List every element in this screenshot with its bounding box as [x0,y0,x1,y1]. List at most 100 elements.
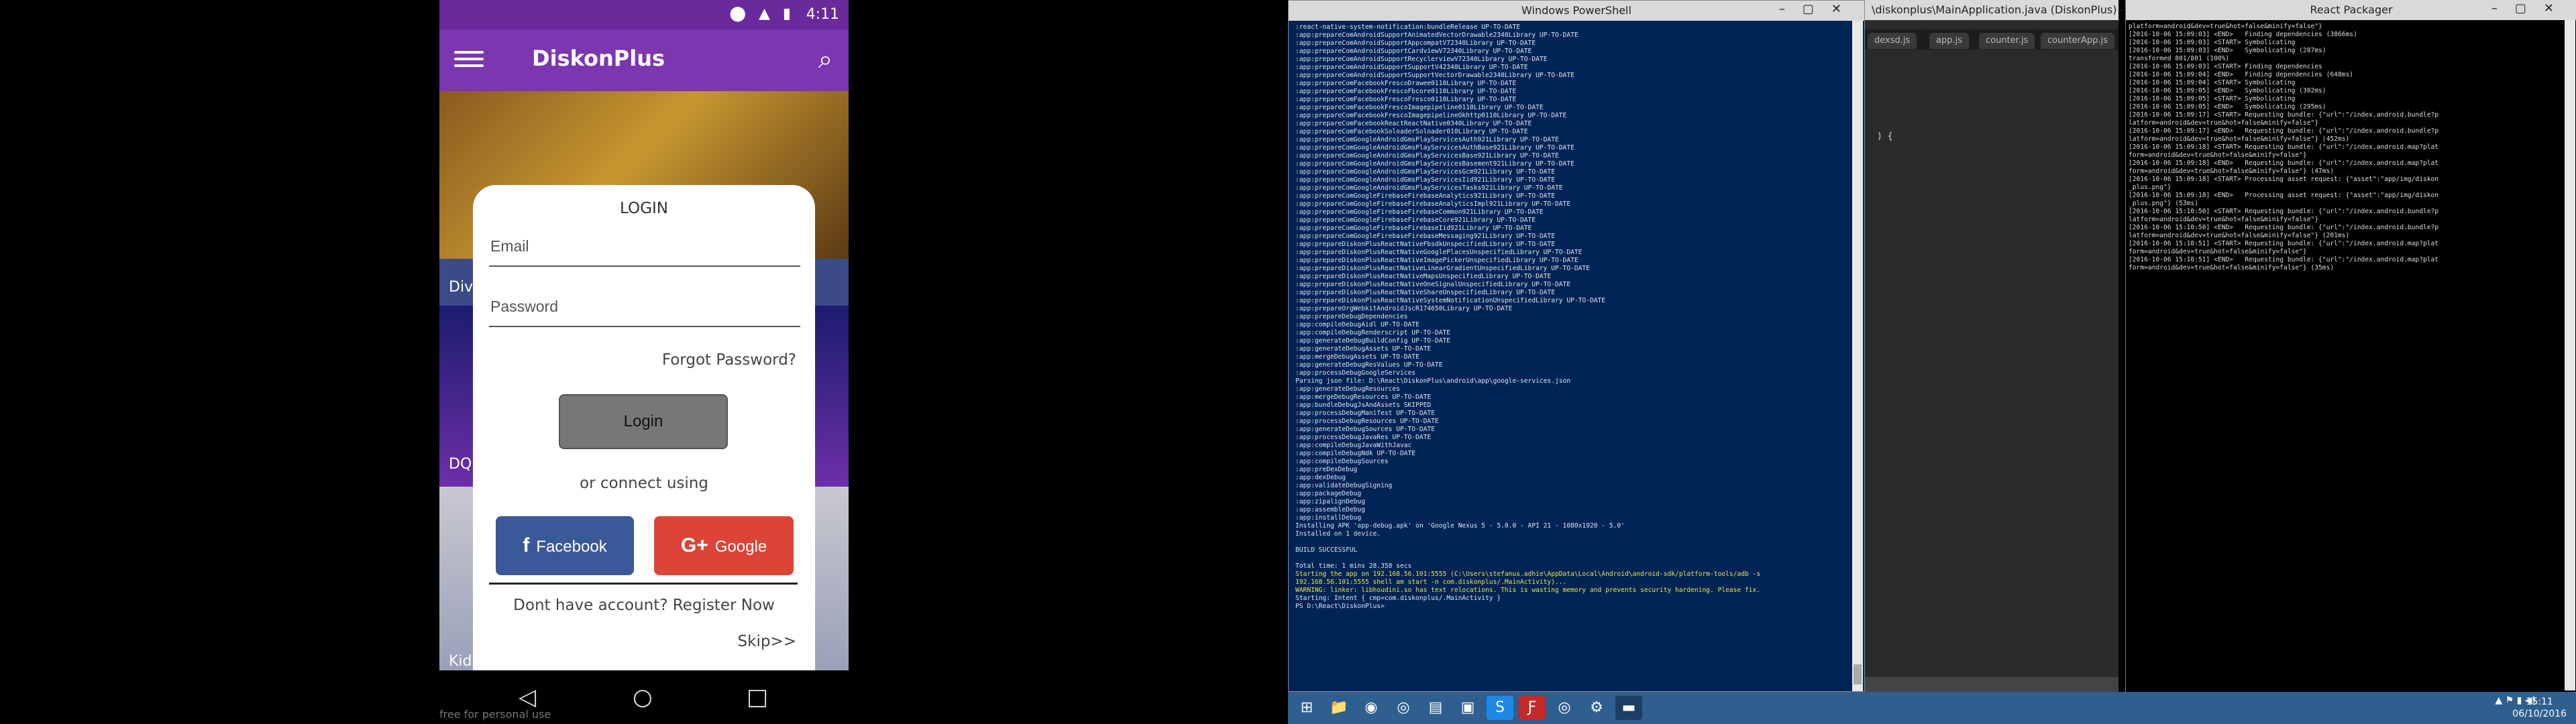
console-line: :app:prepareDiskonPlusReactNativeMapsUns… [1295,273,1552,280]
window-controls[interactable]: –▢✕ [1779,2,1859,16]
console-line: :app:prepareDiskonPlusReactNativeOneSign… [1295,281,1571,288]
app-title: DiskonPlus [532,46,665,71]
console-line: :app:prepareComGoogleFirebaseFirebaseAna… [1295,200,1571,208]
console-line: :app:generateDebugResources [1295,385,1400,393]
console-line: PS D:\React\DiskonPlus> [1295,603,1385,610]
file-explorer-icon[interactable]: 📁 [1326,696,1352,720]
sublime-window[interactable]: \diskonplus\MainApplication.java (Diskon… [1865,0,2171,692]
hamburger-menu-icon[interactable] [454,47,484,74]
console-line: [2016-10-06 15:09:03] <END> Symbolicatin… [2129,47,2326,54]
console-line: [2016-10-06 15:09:03] <START> Symbolicat… [2129,39,2296,46]
console-line: :app:prepareComGoogleFirebaseFirebaseCom… [1295,208,1544,216]
console-line: :app:bundleDebugJsAndAssets SKIPPED [1295,402,1432,409]
forgot-password-link[interactable]: Forgot Password? [662,351,796,369]
editor-tab[interactable]: app.js [1929,33,1969,49]
console-line: :app:prepareComAndroidSupportSupportV423… [1295,64,1528,71]
console-line: latform=android&dev=true&hot=false&minif… [2129,216,2319,223]
password-field[interactable] [489,287,800,327]
console-line: :app:mergeDebugResources UP-TO-DATE [1295,394,1432,401]
console-line: :app:packageDebug [1295,490,1362,497]
filezilla-icon[interactable]: Ƒ [1519,696,1546,720]
powershell-window[interactable]: Windows PowerShell –▢✕ :react-native-sys… [1288,0,1865,692]
console-line: :app:processDebugJavaRes UP-TO-DATE [1295,434,1432,441]
console-line: Installing APK 'app-debug.apk' on 'Googl… [1295,522,1625,530]
settings-icon[interactable]: ⚙ [1583,696,1610,720]
console-line: [2016-10-06 15:09:17] <START> Requesting… [2129,111,2439,119]
editor-tabs: dexsd.js app.js counter.js counterApp.js [1865,29,2118,50]
console-line: [2016-10-06 15:09:03] <START> Finding de… [2129,63,2322,70]
search-icon[interactable]: ⌕ [818,44,833,74]
console-line: :app:dexDebug [1295,474,1346,481]
window-titlebar[interactable]: React Packager –▢✕ [2126,0,2576,20]
console-line: :app:zipalignDebug [1295,498,1365,505]
console-line: :app:compileDebugSources [1295,458,1389,465]
window-titlebar[interactable]: Windows PowerShell –▢✕ [1289,1,1864,21]
console-line: :app:prepareComGoogleFirebaseFirebaseCor… [1295,217,1536,224]
app-icon[interactable]: ▣ [1454,696,1481,720]
window-controls[interactable]: –▢✕ [2491,1,2571,15]
editor-tab[interactable]: counterApp.js [2041,33,2114,49]
console-line: Parsing json file: D:\React\DiskonPlus\a… [1295,377,1571,385]
start-button-icon[interactable]: ⊞ [1293,696,1320,720]
console-line: :app:prepareDiskonPlusReactNativeImagePi… [1295,257,1578,264]
scrollbar[interactable] [2565,20,2575,690]
email-field[interactable] [489,227,800,267]
console-line: :app:assembleDebug [1295,506,1365,514]
console-line: latform=android&dev=true&hot=false&minif… [2129,232,2350,239]
home-icon[interactable]: ○ [633,684,653,711]
console-line: latform=android&dev=true&hot=false&minif… [2129,135,2350,143]
console-line: :app:compileDebugRenderscript UP-TO-DATE [1295,329,1451,337]
console-line: _plus.png"} [2129,184,2171,191]
editor-tab[interactable]: counter.js [1979,33,2035,49]
window-titlebar[interactable]: \diskonplus\MainApplication.java (Diskon… [1865,0,2171,20]
console-line: [2016-10-06 15:09:03] <END> Finding depe… [2129,31,2357,38]
skip-link[interactable]: Skip>> [738,633,796,650]
status-bar: ⬤ ▲ ▮ 4:11 [439,0,849,29]
console-line: :react-native-system-notification:bundle… [1295,23,1521,31]
console-line: :app:validateDebugSigning [1295,482,1393,489]
skype-icon[interactable]: S [1487,696,1513,720]
taskbar-clock[interactable]: 15:11 06/10/2016 [2512,696,2567,720]
console-line: :app:prepareComGoogleAndroidGmsPlayServi… [1295,168,1555,176]
console-line: BUILD SUCCESSFUL [1295,546,1358,554]
editor-tab[interactable]: dexsd.js [1868,33,1917,49]
console-line: _plus.png"} (53ms) [2129,200,2198,207]
console-line: :app:prepareComFacebookSoloaderSoloader0… [1295,128,1528,135]
console-line: :app:processDebugResources UP-TO-DATE [1295,418,1439,425]
console-line: :app:generateDebugBuildConfig UP-TO-DATE [1295,337,1451,345]
back-icon[interactable]: ◁ [519,684,536,711]
app-icon[interactable]: ▤ [1422,696,1449,720]
android-emulator: ⬤ ▲ ▮ 4:11 DiskonPlus ⌕ Div DQ Kid LOGIN… [439,0,849,724]
react-packager-window[interactable]: React Packager –▢✕ platform=android&dev=… [2125,0,2576,692]
register-link[interactable]: Dont have account? Register Now [473,597,815,614]
console-line: :app:compileDebugJavaWithJavac [1295,442,1412,449]
genymotion-icon[interactable]: ◎ [1551,696,1578,720]
console-line: :app:compileDebugAidl UP-TO-DATE [1295,321,1419,328]
genymotion-icon[interactable]: ◎ [1390,696,1417,720]
scrollbar[interactable] [1852,21,1863,691]
recents-icon[interactable]: □ [747,684,768,711]
scrollbar-thumb[interactable] [1854,664,1862,684]
console-line: :app:prepareDiskonPlusReactNativeShareUn… [1295,289,1555,296]
deal-list-background: Div DQ Kid LOGIN Forgot Password? Login … [439,91,849,695]
console-line: [2016-10-06 15:09:17] <END> Requesting b… [2129,127,2439,135]
tile-label: Div [449,279,474,296]
chrome-icon[interactable]: ◉ [1358,696,1385,720]
status-clock: 4:11 [806,6,839,23]
login-heading: LOGIN [620,200,668,217]
google-login-button[interactable]: G+ Google [654,516,794,575]
divider [489,583,798,585]
console-output: platform=android&dev=true&hot=false&mini… [2129,23,2561,686]
console-line: [2016-10-06 15:10:50] <END> Requesting b… [2129,224,2439,231]
facebook-login-button[interactable]: f Facebook [496,516,634,575]
console-line: [2016-10-06 15:09:18] <START> Requesting… [2129,143,2439,151]
console-line: [2016-10-06 15:09:05] <END> Symbolicatin… [2129,103,2326,111]
console-line: form=android&dev=true&hot=false&minify=f… [2129,264,2334,272]
console-line: :app:prepareComAndroidSupportRecyclervie… [1295,56,1548,63]
powershell-icon[interactable]: ▬ [1615,696,1642,720]
status-icons: ⬤ ▲ ▮ [729,5,795,22]
console-line: :app:prepareComFacebookFrescoImagepipeli… [1295,112,1567,119]
console-line: Starting: Intent { cmp=com.diskonplus/.M… [1295,595,1501,602]
login-button[interactable]: Login [559,394,728,449]
